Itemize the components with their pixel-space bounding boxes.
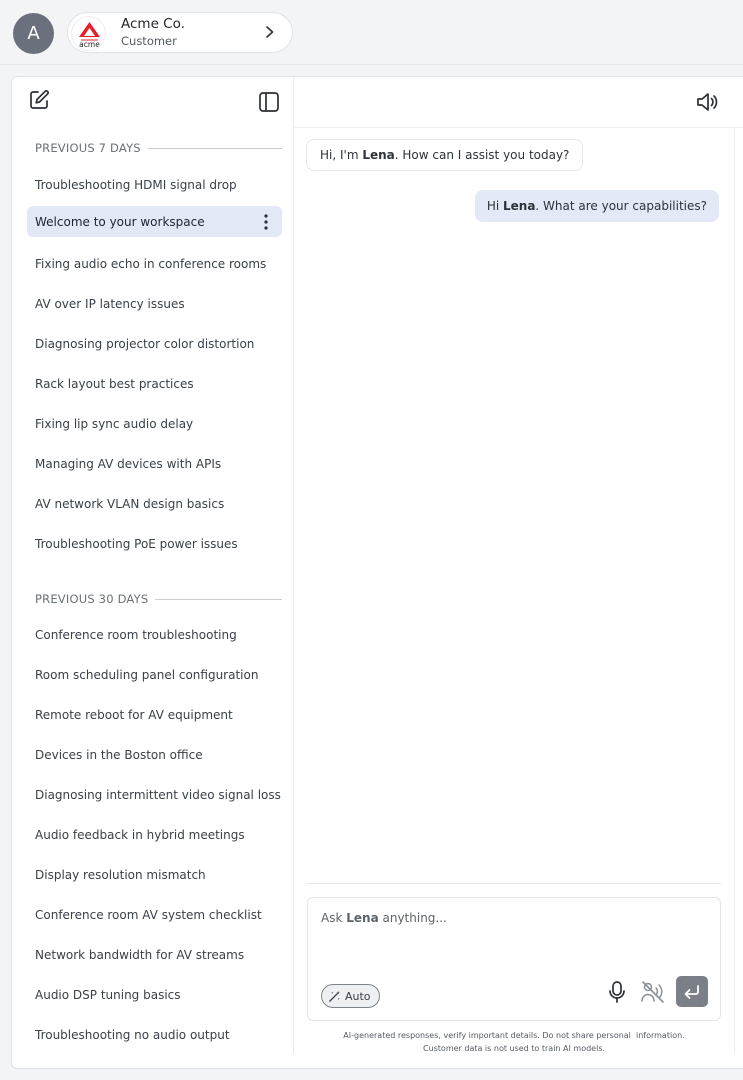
conversation-item[interactable]: Audio DSP tuning basics [27,979,282,1010]
conversation-item[interactable]: Conference room AV system checklist [27,899,282,930]
conversation-title: Room scheduling panel configuration [35,667,259,682]
conversation-item[interactable]: Display resolution mismatch [27,859,282,890]
section-previous-7-days: PREVIOUS 7 DAYS [35,141,282,155]
mode-label: Auto [345,989,371,1003]
conversation-title: Troubleshooting PoE power issues [35,536,238,551]
assistant-message-prefix: Hi, I'm [320,148,363,162]
conversation-title: Audio feedback in hybrid meetings [35,827,245,842]
conversation-title: Audio DSP tuning basics [35,987,181,1002]
conversation-title: Network bandwidth for AV streams [35,947,245,962]
assistant-name: Lena [362,148,395,162]
conversation-title: Conference room AV system checklist [35,907,262,922]
conversation-title: Conference room troubleshooting [35,627,237,642]
conversation-title: Troubleshooting no audio output [35,1027,230,1042]
speaker-icon[interactable] [695,90,719,114]
conversation-title: Welcome to your workspace [35,214,205,229]
more-options-icon[interactable] [264,214,268,230]
section-label-text: PREVIOUS 7 DAYS [35,141,141,155]
conversation-title: Display resolution mismatch [35,867,206,882]
conversation-title: Devices in the Boston office [35,747,203,762]
user-message-suffix: . What are your capabilities? [535,199,707,213]
placeholder-prefix: Ask [321,911,347,925]
section-rule [147,147,282,149]
assistant-message-suffix: . How can I assist you today? [394,148,570,162]
conversation-item[interactable]: Troubleshooting PoE power issues [27,528,282,559]
assistant-name: Lena [346,911,379,925]
section-previous-30-days: PREVIOUS 30 DAYS [35,592,282,606]
placeholder-suffix: anything... [378,911,447,925]
main-panel: PREVIOUS 7 DAYS Troubleshooting HDMI sig… [11,76,743,1069]
conversation-title: Diagnosing projector color distortion [35,336,255,351]
conversation-title: Remote reboot for AV equipment [35,707,233,722]
section-label-text: PREVIOUS 30 DAYS [35,592,149,606]
user-avatar[interactable]: A [13,13,54,54]
voice-off-icon[interactable] [640,980,666,1004]
section-rule [155,598,282,600]
conversation-item[interactable]: Conference room troubleshooting [27,619,282,650]
conversation-title: AV network VLAN design basics [35,496,225,511]
sidebar-toggle-icon[interactable] [257,90,281,114]
conversation-title: Rack layout best practices [35,376,194,391]
user-message: Hi Lena. What are your capabilities? [474,190,719,222]
conversation-item[interactable]: Room scheduling panel configuration [27,659,282,690]
conversation-item[interactable]: Remote reboot for AV equipment [27,699,282,730]
conversation-item[interactable]: Diagnosing intermittent video signal los… [27,779,282,810]
user-avatar-initial: A [27,23,40,44]
conversation-item[interactable]: Devices in the Boston office [27,739,282,770]
conversation-title: Diagnosing intermittent video signal los… [35,787,281,802]
assistant-message: Hi, I'm Lena. How can I assist you today… [306,139,584,171]
org-logo: acme [71,16,106,51]
org-switcher[interactable]: acme Acme Co. Customer [67,12,293,53]
assistant-name: Lena [502,199,536,213]
org-role: Customer [121,34,177,48]
top-bar: A acme Acme Co. Customer [0,0,743,65]
message-input-placeholder: Ask Lena anything... [321,911,447,925]
conversation-item[interactable]: Troubleshooting no audio output [27,1019,282,1050]
conversation-item[interactable]: Fixing audio echo in conference rooms [27,248,282,279]
conversation-item[interactable]: Troubleshooting HDMI signal drop [27,169,282,200]
magic-wand-icon [329,990,340,1002]
org-name: Acme Co. [121,16,185,32]
microphone-icon[interactable] [606,980,628,1004]
conversation-item[interactable]: Diagnosing projector color distortion [27,328,282,359]
conversation-title: Troubleshooting HDMI signal drop [35,177,237,192]
conversation-item[interactable]: Managing AV devices with APIs [27,448,282,479]
user-message-prefix: Hi [486,199,503,213]
new-chat-icon[interactable] [27,88,51,112]
disclaimer-line-1: AI-generated responses, verify important… [343,1031,685,1040]
conversation-item[interactable]: AV network VLAN design basics [27,488,282,519]
conversation-title: Managing AV devices with APIs [35,456,222,471]
org-logo-text: acme [79,40,100,49]
disclaimer-line-2: Customer data is not used to train AI mo… [422,1044,606,1053]
chevron-right-icon [266,26,274,38]
conversation-item[interactable]: Audio feedback in hybrid meetings [27,819,282,850]
conversation-title: Fixing lip sync audio delay [35,416,194,431]
conversation-item[interactable]: Fixing lip sync audio delay [27,408,282,439]
ai-disclaimer: AI-generated responses, verify important… [307,1029,721,1055]
mode-auto-button[interactable]: Auto [321,984,380,1008]
conversation-item-active[interactable]: Welcome to your workspace [27,206,282,237]
composer-divider [306,883,721,884]
enter-icon [684,984,699,999]
conversation-title: AV over IP latency issues [35,296,185,311]
send-button[interactable] [676,976,708,1007]
conversation-title: Fixing audio echo in conference rooms [35,256,267,271]
conversation-item[interactable]: Rack layout best practices [27,368,282,399]
sidebar-divider [293,77,294,1053]
conversation-item[interactable]: AV over IP latency issues [27,288,282,319]
chat-header-divider [294,127,743,128]
message-composer[interactable]: Ask Lena anything... Auto [307,897,721,1021]
chat-edge-divider [734,127,735,1053]
conversation-item[interactable]: Network bandwidth for AV streams [27,939,282,970]
